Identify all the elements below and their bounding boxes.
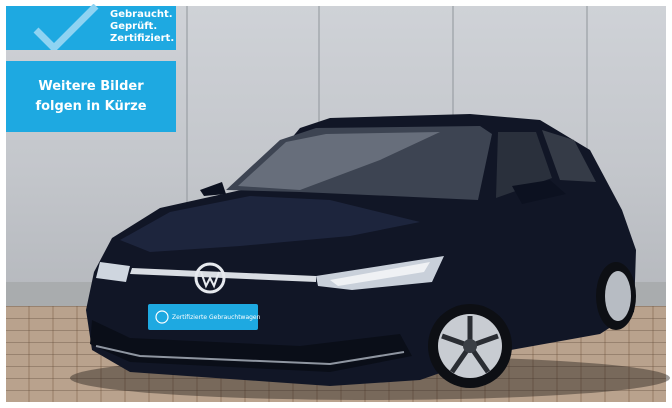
front-hub [463,339,477,353]
mirror-left [200,182,226,196]
more-images-notice: Weitere Bilder folgen in Kürze [6,61,176,132]
notice-line-1: Weitere Bilder [38,78,144,94]
plate-text: Zertifizierte Gebrauchtwagen [172,314,261,321]
badge-line: Geprüft. [110,21,158,32]
rear-rim [605,271,631,321]
notice-line-2: folgen in Kürze [35,98,147,114]
certified-badge-text: Gebraucht. Geprüft. Zertifiziert. [110,9,174,45]
badge-line: Zertifiziert. [110,33,175,44]
checkmark-icon [33,4,99,50]
photo-stage: Zertifizierte Gebrauchtwagen Gebraucht. … [0,0,672,408]
badge-line: Gebraucht. [110,9,173,20]
